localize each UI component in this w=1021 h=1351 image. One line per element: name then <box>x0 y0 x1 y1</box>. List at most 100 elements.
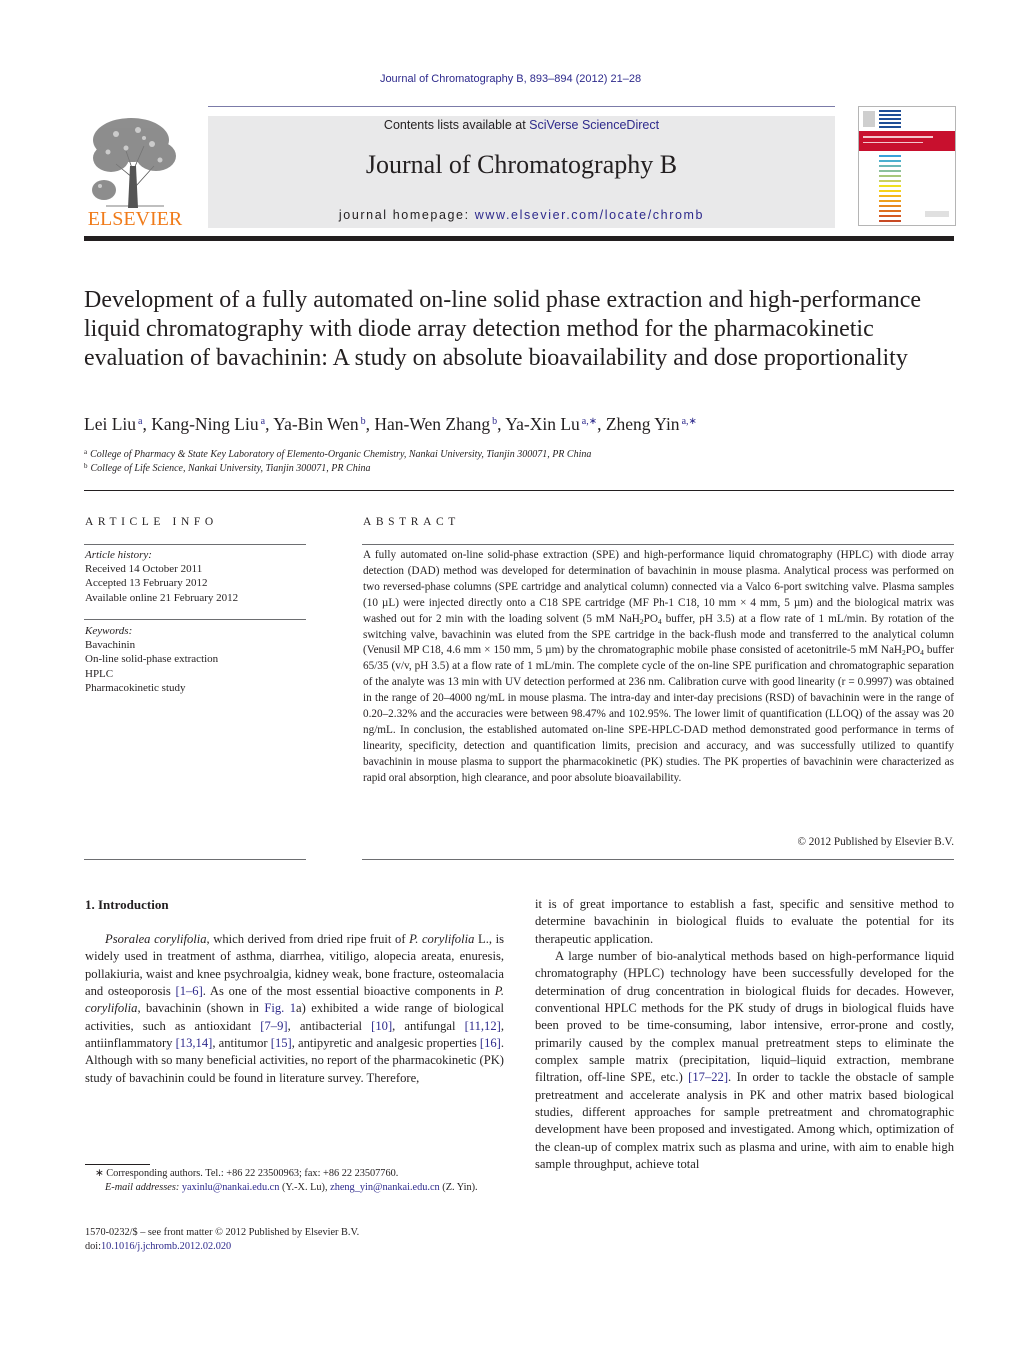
figure-link[interactable]: Fig. 1 <box>264 1001 296 1015</box>
article-info-rule <box>84 544 306 545</box>
history-accepted: Accepted 13 February 2012 <box>85 577 208 590</box>
keyword: Bavachinin <box>85 639 136 652</box>
header-thick-rule <box>84 236 954 241</box>
text: , bavachinin (shown in <box>137 1001 265 1016</box>
intro-paragraph-1: Psoralea corylifolia, which derived from… <box>85 931 504 1087</box>
author-name: Lei Liu <box>84 414 136 434</box>
email-line: E-mail addresses: yaxinlu@nankai.edu.cn … <box>85 1181 505 1195</box>
abstract-heading: ABSTRACT <box>363 516 460 528</box>
email-link[interactable]: zheng_yin@nankai.edu.cn <box>330 1182 440 1193</box>
journal-cover-thumbnail[interactable] <box>858 106 956 226</box>
keyword: HPLC <box>85 667 114 680</box>
abstract-fragment: PO <box>905 644 921 657</box>
author-affiliation-mark[interactable]: a,∗ <box>582 416 597 427</box>
affiliation-mark: b <box>84 462 88 470</box>
doi-line: doi:10.1016/j.jchromb.2012.02.020 <box>85 1240 505 1254</box>
keywords-label: Keywords: <box>85 625 133 637</box>
text: . In order to tackle the obstacle of sam… <box>535 1070 954 1172</box>
article-info-heading: ARTICLE INFO <box>85 516 218 528</box>
doi-link[interactable]: 10.1016/j.jchromb.2012.02.020 <box>101 1241 231 1252</box>
author-affiliation-mark[interactable]: a <box>138 416 142 427</box>
reference-link[interactable]: [15] <box>271 1036 292 1050</box>
email-owner: (Y.-X. Lu), <box>279 1182 331 1193</box>
author-list: Lei Liu a, Kang-Ning Liu a, Ya-Bin Wen b, H… <box>84 414 697 434</box>
text: . As one of the most essential bioactive… <box>202 984 495 999</box>
author[interactable]: Zheng Yin a,∗ <box>606 414 697 434</box>
corresponding-author-footnote: ∗ Corresponding authors. Tel.: +86 22 23… <box>85 1167 505 1195</box>
author-affiliation-mark[interactable]: b <box>492 416 497 427</box>
text: , antitumor <box>212 1036 271 1051</box>
journal-name: Journal of Chromatography B <box>365 150 678 179</box>
author[interactable]: Ya-Bin Wen b <box>273 414 365 434</box>
elsevier-tree-icon <box>86 116 184 208</box>
history-online: Available online 21 February 2012 <box>85 591 239 604</box>
italic-text: P. corylifolia <box>409 932 475 946</box>
intro-paragraph-2: A large number of bio-analytical methods… <box>535 948 954 1173</box>
elsevier-logo[interactable]: ELSEVIER <box>84 116 186 232</box>
author[interactable]: Kang-Ning Liu a <box>151 414 265 434</box>
author-name: Kang-Ning Liu <box>151 414 259 434</box>
author-affiliation-mark[interactable]: b <box>361 416 366 427</box>
italic-text: Psoralea corylifolia <box>105 932 207 946</box>
abstract-rule <box>362 544 954 545</box>
intro-paragraph-continued: it is of great importance to establish a… <box>535 897 954 946</box>
journal-cover-icon <box>859 110 955 222</box>
author-affiliation-mark[interactable]: a <box>261 416 265 427</box>
intro-right-column: it is of great importance to establish a… <box>535 896 954 1174</box>
reference-link[interactable]: [11,12] <box>465 1019 501 1033</box>
corresponding-line: ∗ Corresponding authors. Tel.: +86 22 23… <box>95 1168 399 1179</box>
reference-link[interactable]: [13,14] <box>176 1036 213 1050</box>
sciencedirect-link[interactable]: SciVerse ScienceDirect <box>529 118 659 132</box>
contents-prefix: Contents lists available at <box>383 118 530 132</box>
keywords: Keywords: Bavachinin On-line solid-phase… <box>85 624 307 695</box>
email-owner: (Z. Yin). <box>439 1182 478 1193</box>
text: A large number of bio-analytical methods… <box>535 949 954 1085</box>
front-matter: 1570-0232/$ – see front matter © 2012 Pu… <box>85 1226 505 1254</box>
abstract-rule <box>362 859 954 860</box>
text: , antipyretic and analgesic properties <box>291 1036 480 1051</box>
history-received: Received 14 October 2011 <box>85 563 203 576</box>
reference-link[interactable]: [10] <box>371 1019 392 1033</box>
author-affiliation-mark[interactable]: a,∗ <box>682 416 697 427</box>
abstract-text: A fully automated on-line solid-phase ex… <box>363 548 954 787</box>
homepage-line: journal homepage: www.elsevier.com/locat… <box>208 208 835 222</box>
text: , which derived from dried ripe fruit of <box>206 932 410 946</box>
affiliation-a: a College of Pharmacy & State Key Laborat… <box>84 448 964 460</box>
footnote-rule <box>85 1164 150 1165</box>
journal-citation[interactable]: Journal of Chromatography B, 893–894 (20… <box>0 73 1021 85</box>
homepage-prefix: journal homepage: <box>338 208 475 222</box>
author[interactable]: Ya-Xin Lu a,∗ <box>505 414 597 434</box>
reference-link[interactable]: [16] <box>480 1036 501 1050</box>
text: , antibacterial <box>287 1018 372 1033</box>
affiliation-text: College of Life Science, Nankai Universi… <box>90 463 371 474</box>
contents-line: Contents lists available at SciVerse Sci… <box>208 118 835 132</box>
author[interactable]: Lei Liu a <box>84 414 142 434</box>
author-name: Ya-Bin Wen <box>273 414 359 434</box>
keyword: Pharmacokinetic study <box>85 681 186 694</box>
issn-line: 1570-0232/$ – see front matter © 2012 Pu… <box>85 1227 360 1238</box>
author-name: Ya-Xin Lu <box>505 414 580 434</box>
reference-link[interactable]: [1–6] <box>176 984 203 998</box>
keyword: On-line solid-phase extraction <box>85 653 219 666</box>
journal-citation-link[interactable]: Journal of Chromatography B, 893–894 (20… <box>380 73 641 85</box>
article-title: Development of a fully automated on-line… <box>84 287 922 371</box>
elsevier-wordmark: ELSEVIER <box>87 208 183 230</box>
abstract-copyright: © 2012 Published by Elsevier B.V. <box>797 836 954 848</box>
journal-banner: Contents lists available at SciVerse Sci… <box>208 116 835 228</box>
reference-link[interactable]: [17–22] <box>688 1070 728 1084</box>
email-link[interactable]: yaxinlu@nankai.edu.cn <box>182 1182 280 1193</box>
abstract-fragment: buffer 65/35 (v/v, pH 3.5) at a flow rat… <box>363 644 954 784</box>
article-info-rule <box>84 859 306 860</box>
article-history: Article history: Received 14 October 201… <box>85 548 307 605</box>
doi-prefix: doi: <box>85 1241 102 1252</box>
affiliation-text: College of Pharmacy & State Key Laborato… <box>90 449 592 460</box>
affiliation-mark: a <box>84 448 88 456</box>
header-divider <box>208 106 835 107</box>
section-heading-introduction: 1. Introduction <box>85 897 169 912</box>
homepage-link[interactable]: www.elsevier.com/locate/chromb <box>475 208 704 222</box>
reference-link[interactable]: [7–9] <box>260 1019 287 1033</box>
article-info-rule <box>84 619 306 620</box>
author[interactable]: Han-Wen Zhang b <box>374 414 497 434</box>
article-history-label: Article history: <box>85 549 152 561</box>
author-name: Zheng Yin <box>605 414 680 434</box>
